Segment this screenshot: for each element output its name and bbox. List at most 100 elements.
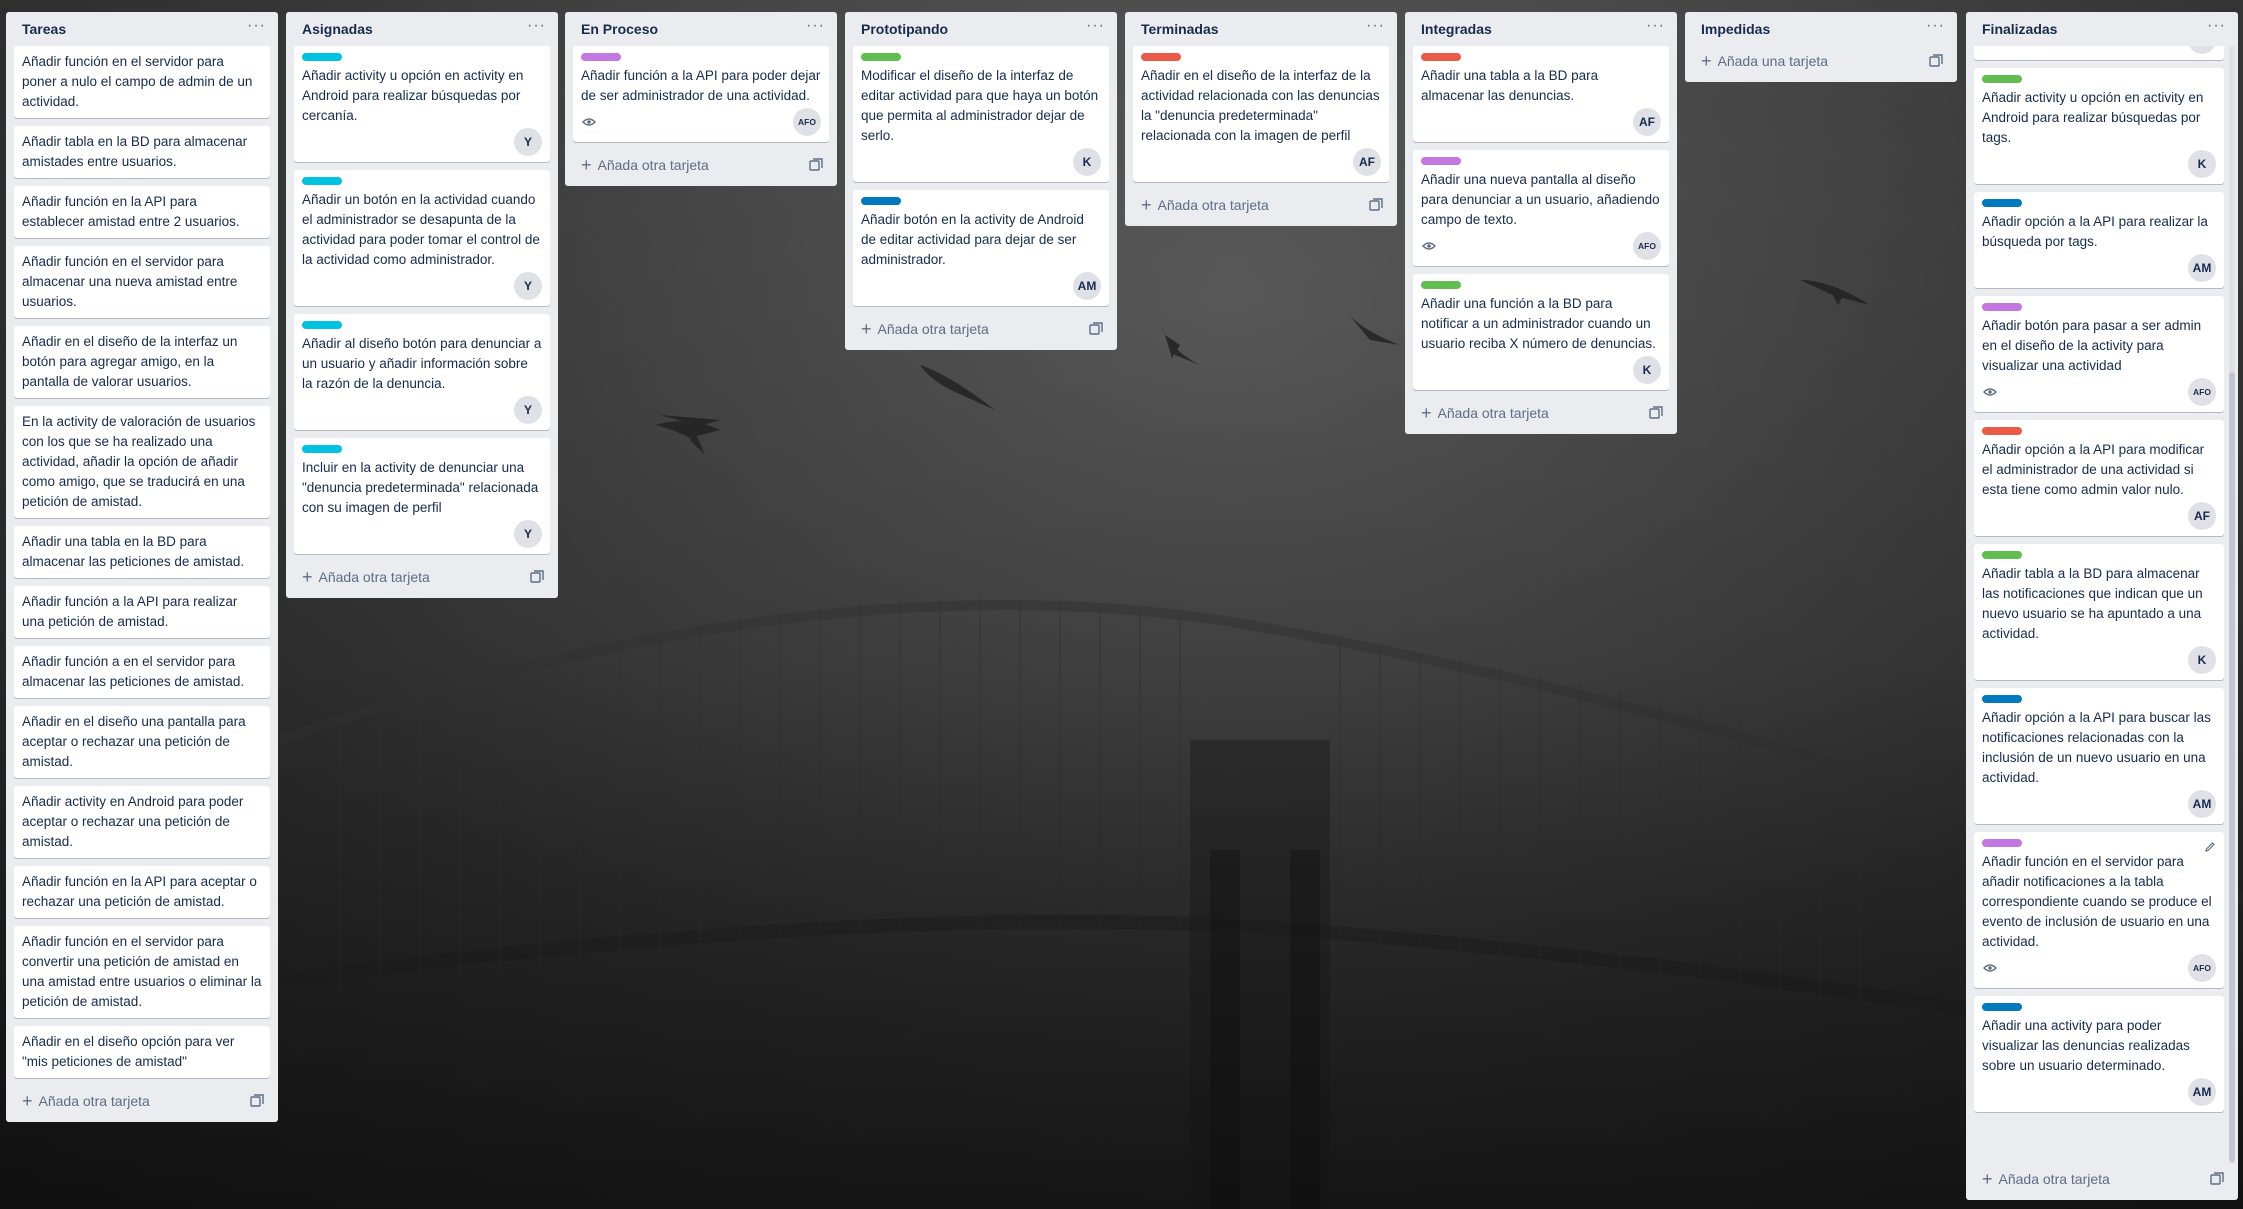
card-label-cyan[interactable]: [302, 321, 342, 329]
card-label-purple[interactable]: [1421, 157, 1461, 165]
card[interactable]: Añadir función en la API para aceptar o …: [14, 866, 270, 918]
card[interactable]: Añadir al diseño botón para denunciar a …: [294, 314, 550, 430]
member-avatar[interactable]: Y: [514, 396, 542, 424]
card[interactable]: búsqueda por cercanía.AF: [1974, 46, 2224, 60]
card[interactable]: Añadir una tabla en la BD para almacenar…: [14, 526, 270, 578]
card-label-green[interactable]: [1982, 551, 2022, 559]
card-label-purple[interactable]: [581, 53, 621, 61]
card[interactable]: Añadir una tabla a la BD para almacenar …: [1413, 46, 1669, 142]
card-template-icon[interactable]: [250, 1094, 264, 1108]
card-template-icon[interactable]: [2210, 1172, 2224, 1186]
member-avatar[interactable]: AFO: [793, 108, 821, 136]
member-avatar[interactable]: Y: [514, 272, 542, 300]
card[interactable]: Añadir botón en la activity de Android d…: [853, 190, 1109, 306]
card[interactable]: Añadir función a la API para realizar un…: [14, 586, 270, 638]
card[interactable]: Añadir una función a la BD para notifica…: [1413, 274, 1669, 390]
card[interactable]: Añadir botón para pasar a ser admin en e…: [1974, 296, 2224, 412]
list-menu-button[interactable]: ···: [1086, 18, 1105, 37]
add-card-button[interactable]: + Añada otra tarjeta: [853, 314, 1109, 344]
card[interactable]: Incluir en la activity de denunciar una …: [294, 438, 550, 554]
member-avatar[interactable]: K: [2188, 646, 2216, 674]
add-card-link[interactable]: + Añada otra tarjeta: [1982, 1170, 2110, 1188]
card-template-icon[interactable]: [1369, 198, 1383, 212]
member-avatar[interactable]: AF: [1633, 108, 1661, 136]
member-avatar[interactable]: AF: [1353, 148, 1381, 176]
list-title[interactable]: Prototipando: [861, 21, 948, 37]
member-avatar[interactable]: K: [1633, 356, 1661, 384]
card-label-green[interactable]: [861, 53, 901, 61]
card[interactable]: Añadir en el diseño de la interfaz de la…: [1133, 46, 1389, 182]
card-label-cyan[interactable]: [302, 445, 342, 453]
add-card-link[interactable]: + Añada otra tarjeta: [1141, 196, 1269, 214]
card-label-purple[interactable]: [1982, 303, 2022, 311]
card-label-purple[interactable]: [1982, 839, 2022, 847]
card[interactable]: Añadir función en el servidor para poner…: [14, 46, 270, 118]
member-avatar[interactable]: AM: [1073, 272, 1101, 300]
member-avatar[interactable]: K: [2188, 150, 2216, 178]
card-label-blue[interactable]: [1982, 1003, 2022, 1011]
add-card-button[interactable]: + Añada otra tarjeta: [14, 1086, 270, 1116]
list-menu-button[interactable]: ···: [2207, 18, 2226, 37]
add-card-link[interactable]: + Añada otra tarjeta: [1421, 404, 1549, 422]
card[interactable]: Añadir función en el servidor para conve…: [14, 926, 270, 1018]
card[interactable]: Añadir una activity para poder visualiza…: [1974, 996, 2224, 1112]
list-title[interactable]: Impedidas: [1701, 21, 1770, 37]
add-card-link[interactable]: + Añada otra tarjeta: [302, 568, 430, 586]
card-label-cyan[interactable]: [302, 53, 342, 61]
list-title[interactable]: En Proceso: [581, 21, 658, 37]
card[interactable]: En la activity de valoración de usuarios…: [14, 406, 270, 518]
add-card-link[interactable]: + Añada una tarjeta: [1701, 52, 1828, 70]
card[interactable]: Añadir activity en Android para poder ac…: [14, 786, 270, 858]
card[interactable]: Añadir un botón en la actividad cuando e…: [294, 170, 550, 306]
pencil-icon[interactable]: [2204, 840, 2216, 852]
member-avatar[interactable]: AM: [2188, 1078, 2216, 1106]
member-avatar[interactable]: AFO: [2188, 954, 2216, 982]
member-avatar[interactable]: K: [1073, 148, 1101, 176]
card[interactable]: Añadir activity u opción en activity en …: [294, 46, 550, 162]
card-template-icon[interactable]: [1929, 54, 1943, 68]
card[interactable]: Añadir función en el servidor para almac…: [14, 246, 270, 318]
member-avatar[interactable]: AFO: [2188, 378, 2216, 406]
card-label-green[interactable]: [1982, 75, 2022, 83]
card-label-green[interactable]: [1421, 281, 1461, 289]
card[interactable]: Añadir función en el servidor para añadi…: [1974, 832, 2224, 988]
card[interactable]: Añadir función a en el servidor para alm…: [14, 646, 270, 698]
card[interactable]: Añadir opción a la API para buscar las n…: [1974, 688, 2224, 824]
member-avatar[interactable]: AM: [2188, 254, 2216, 282]
card[interactable]: Añadir activity u opción en activity en …: [1974, 68, 2224, 184]
list-title[interactable]: Integradas: [1421, 21, 1492, 37]
card-label-blue[interactable]: [1982, 695, 2022, 703]
card-label-red[interactable]: [1421, 53, 1461, 61]
card[interactable]: Añadir función a la API para poder dejar…: [573, 46, 829, 142]
member-avatar[interactable]: AM: [2188, 790, 2216, 818]
card[interactable]: Añadir en el diseño de la interfaz un bo…: [14, 326, 270, 398]
list-menu-button[interactable]: ···: [1366, 18, 1385, 37]
add-card-button[interactable]: + Añada otra tarjeta: [573, 150, 829, 180]
add-card-button[interactable]: + Añada otra tarjeta: [1974, 1164, 2230, 1194]
card[interactable]: Añadir función en la API para establecer…: [14, 186, 270, 238]
card-label-red[interactable]: [1141, 53, 1181, 61]
card-template-icon[interactable]: [1089, 322, 1103, 336]
list-menu-button[interactable]: ···: [806, 18, 825, 37]
card[interactable]: Añadir tabla en la BD para almacenar ami…: [14, 126, 270, 178]
list-menu-button[interactable]: ···: [247, 18, 266, 37]
list-title[interactable]: Tareas: [22, 21, 66, 37]
add-card-button[interactable]: + Añada una tarjeta: [1693, 46, 1949, 76]
card-template-icon[interactable]: [530, 570, 544, 584]
card-label-blue[interactable]: [861, 197, 901, 205]
member-avatar[interactable]: Y: [514, 128, 542, 156]
card-template-icon[interactable]: [809, 158, 823, 172]
list-title[interactable]: Asignadas: [302, 21, 373, 37]
card-label-cyan[interactable]: [302, 177, 342, 185]
add-card-button[interactable]: + Añada otra tarjeta: [1133, 190, 1389, 220]
card-label-blue[interactable]: [1982, 199, 2022, 207]
member-avatar[interactable]: AFO: [1633, 232, 1661, 260]
card[interactable]: Añadir en el diseño una pantalla para ac…: [14, 706, 270, 778]
card[interactable]: Añadir opción a la API para realizar la …: [1974, 192, 2224, 288]
card[interactable]: Añadir tabla a la BD para almacenar las …: [1974, 544, 2224, 680]
card-label-red[interactable]: [1982, 427, 2022, 435]
member-avatar[interactable]: AF: [2188, 502, 2216, 530]
list-menu-button[interactable]: ···: [527, 18, 546, 37]
scrollbar-thumb[interactable]: [2229, 372, 2235, 1162]
list-menu-button[interactable]: ···: [1926, 18, 1945, 37]
